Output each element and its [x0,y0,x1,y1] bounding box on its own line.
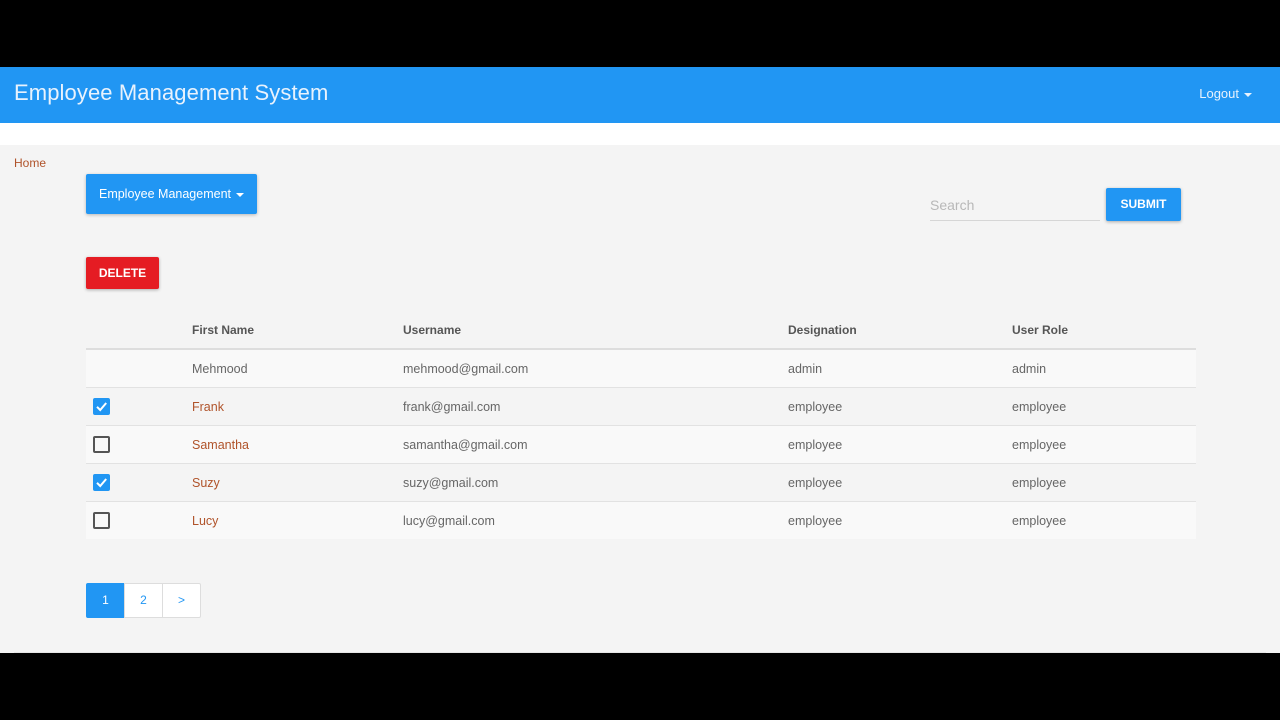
employee-management-label: Employee Management [98,187,232,201]
header-username[interactable]: Username [403,323,461,337]
cell-username: lucy@gmail.com [403,514,495,528]
cell-first-name-link[interactable]: Frank [192,400,224,414]
cell-designation: admin [788,362,823,376]
table-row: Samantha samantha@gmail.com employee emp… [86,426,1196,464]
cell-designation: employee [788,400,843,414]
header-first-name[interactable]: First Name [192,323,254,337]
pagination: 1 2 > [86,583,201,618]
cell-username: suzy@gmail.com [403,476,499,490]
cell-user-role: employee [1012,438,1067,452]
cell-user-role: employee [1012,400,1067,414]
row-checkbox[interactable] [93,512,110,529]
row-checkbox[interactable] [93,474,110,491]
cell-designation: employee [788,514,843,528]
cell-user-role: admin [1012,362,1047,376]
app-title[interactable]: Employee Management System [14,80,328,106]
cell-first-name: Mehmood [192,362,248,376]
logout-dropdown[interactable]: Logout [1199,86,1252,101]
cell-user-role: employee [1012,514,1067,528]
employee-management-dropdown-button[interactable]: Employee Management [86,174,257,214]
cell-designation: employee [788,438,843,452]
header-designation[interactable]: Designation [788,323,857,337]
table-row: Suzy suzy@gmail.com employee employee [86,464,1196,502]
delete-button[interactable]: DELETE [86,257,159,289]
caret-down-icon [236,192,245,197]
cell-first-name-link[interactable]: Lucy [192,514,218,528]
employee-table: First Name Username Designation User Rol… [86,311,1196,539]
table-row: Lucy lucy@gmail.com employee employee [86,502,1196,539]
next-page-button[interactable]: > [162,583,201,618]
cell-username: frank@gmail.com [403,400,501,414]
caret-down-icon [1244,92,1252,97]
breadcrumb-home[interactable]: Home [14,156,46,170]
table-row: Frank frank@gmail.com employee employee [86,388,1196,426]
table-header: First Name Username Designation User Rol… [86,311,1196,350]
cell-username: mehmood@gmail.com [403,362,529,376]
row-checkbox[interactable] [93,436,110,453]
row-checkbox[interactable] [93,398,110,415]
search-input[interactable] [930,190,1100,221]
header-user-role[interactable]: User Role [1012,323,1068,337]
header-spacer [0,123,1280,145]
table-row: Mehmood mehmood@gmail.com admin admin [86,350,1196,388]
cell-designation: employee [788,476,843,490]
cell-user-role: employee [1012,476,1067,490]
logout-label: Logout [1199,86,1239,101]
submit-button[interactable]: SUBMIT [1106,188,1181,221]
page-2-button[interactable]: 2 [124,583,163,618]
top-navbar: Employee Management System Logout [0,67,1280,123]
check-icon [96,402,107,412]
page-1-button[interactable]: 1 [86,583,125,618]
main-content: Home Employee Management SUBMIT DELETE F… [0,145,1280,653]
cell-first-name-link[interactable]: Samantha [192,438,249,452]
cell-username: samantha@gmail.com [403,438,528,452]
content-divider [14,652,1266,653]
check-icon [96,478,107,488]
cell-first-name-link[interactable]: Suzy [192,476,220,490]
screen: Employee Management System Logout Home E… [0,0,1280,720]
